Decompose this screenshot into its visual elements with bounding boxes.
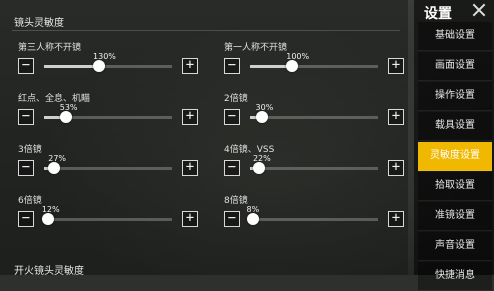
decrease-button[interactable]: − (18, 58, 34, 74)
slider-thumb[interactable] (286, 60, 299, 72)
sidebar-item-pickup[interactable]: 拾取设置 (418, 172, 492, 201)
slider-track[interactable] (246, 213, 378, 225)
slider-value: 130% (93, 52, 116, 61)
slider-track[interactable] (250, 60, 378, 72)
slider-thumb[interactable] (48, 162, 61, 174)
slider-value: 53% (59, 103, 78, 112)
slider-label: 第一人称不开镜 (224, 43, 288, 53)
slider-3x-scope: 3倍镜 − 27% + (18, 142, 198, 184)
increase-button[interactable]: + (182, 58, 198, 74)
sidebar-item-quick-message[interactable]: 快捷消息 (418, 262, 492, 291)
slider-label: 2倍镜 (224, 94, 248, 104)
sidebar-title: 设置 (424, 6, 452, 22)
decrease-button[interactable]: − (224, 109, 240, 125)
slider-label: 第三人称不开镜 (18, 43, 82, 53)
slider-track[interactable] (44, 162, 172, 174)
slider-label: 红点、全息、机瞄 (18, 94, 91, 104)
slider-value: 100% (286, 52, 310, 61)
slider-thumb[interactable] (93, 60, 106, 72)
decrease-button[interactable]: − (224, 58, 240, 74)
slider-red-dot-holo-iron: 红点、全息、机瞄 − 53% + (18, 91, 198, 133)
slider-track[interactable] (44, 60, 172, 72)
increase-button[interactable]: + (182, 211, 198, 227)
slider-value: 12% (41, 205, 60, 214)
slider-value: 27% (48, 154, 67, 163)
slider-thumb[interactable] (41, 213, 54, 225)
sidebar-item-sensitivity[interactable]: 灵敏度设置 (418, 142, 492, 171)
slider-track[interactable] (41, 213, 172, 225)
slider-thumb[interactable] (252, 162, 265, 174)
increase-button[interactable]: + (182, 109, 198, 125)
slider-thumb[interactable] (246, 213, 259, 225)
increase-button[interactable]: + (388, 109, 404, 125)
decrease-button[interactable]: − (224, 160, 240, 176)
sensitivity-panel: 镜头灵敏度 第三人称不开镜 − 130% + 第一人称不开镜 − 100% + … (0, 0, 408, 277)
slider-label: 8倍镜 (224, 196, 248, 206)
decrease-button[interactable]: − (18, 211, 34, 227)
increase-button[interactable]: + (388, 160, 404, 176)
slider-thumb[interactable] (59, 111, 72, 123)
slider-fill (44, 65, 100, 68)
slider-value: 22% (252, 154, 271, 163)
decrease-button[interactable]: − (224, 211, 240, 227)
section-title: 镜头灵敏度 (14, 18, 64, 29)
settings-sidebar: 设置 基础设置 画面设置 操作设置 载具设置 灵敏度设置 拾取设置 准镜设置 声… (414, 0, 494, 291)
sidebar-item-scope[interactable]: 准镜设置 (418, 202, 492, 231)
increase-button[interactable]: + (182, 160, 198, 176)
slider-label: 3倍镜 (18, 145, 42, 155)
slider-thumb[interactable] (255, 111, 268, 123)
section-divider (12, 30, 400, 31)
increase-button[interactable]: + (388, 58, 404, 74)
sidebar-item-graphics[interactable]: 画面设置 (418, 52, 492, 81)
slider-third-person-no-scope: 第三人称不开镜 − 130% + (18, 40, 198, 82)
sidebar-item-controls[interactable]: 操作设置 (418, 82, 492, 111)
sidebar-item-vehicle[interactable]: 载具设置 (418, 112, 492, 141)
sidebar-item-basic[interactable]: 基础设置 (418, 22, 492, 51)
slider-8x-scope: 8倍镜 − 8% + (224, 193, 404, 235)
slider-4x-vss-scope: 4倍镜、VSS − 22% + (224, 142, 404, 184)
increase-button[interactable]: + (388, 211, 404, 227)
slider-2x-scope: 2倍镜 − 30% + (224, 91, 404, 133)
slider-6x-scope: 6倍镜 − 12% + (18, 193, 198, 235)
slider-track[interactable] (250, 162, 378, 174)
slider-value: 30% (255, 103, 274, 112)
close-icon[interactable] (472, 3, 486, 17)
decrease-button[interactable]: − (18, 160, 34, 176)
slider-track[interactable] (250, 111, 378, 123)
slider-track[interactable] (44, 111, 172, 123)
slider-first-person-no-scope: 第一人称不开镜 − 100% + (224, 40, 404, 82)
decrease-button[interactable]: − (18, 109, 34, 125)
slider-label: 6倍镜 (18, 196, 42, 206)
slider-value: 8% (246, 205, 260, 214)
sidebar-item-sound[interactable]: 声音设置 (418, 232, 492, 261)
